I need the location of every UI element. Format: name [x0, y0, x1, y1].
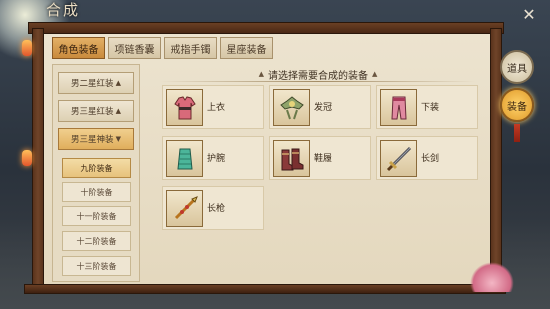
frame-top-beam	[28, 22, 504, 34]
tassel-decoration	[514, 124, 520, 142]
hint-divider	[160, 81, 476, 82]
subcategory-tier-9[interactable]: 九阶装备	[62, 158, 131, 178]
category-label: 男三星神装	[71, 135, 114, 145]
collapse-arrow-icon: ▲	[115, 79, 121, 87]
category-label: 男二星红装	[71, 79, 114, 89]
item-card-robe[interactable]: 上衣	[162, 85, 264, 129]
item-card-boots[interactable]: 鞋履	[269, 136, 371, 180]
item-label: 长剑	[421, 154, 440, 164]
item-label: 长枪	[207, 204, 226, 214]
crown-icon	[273, 89, 310, 126]
tab-bar: 角色装备 项链香囊 戒指手镯 星座装备	[52, 37, 273, 59]
item-card-crown[interactable]: 发冠	[269, 85, 371, 129]
item-label: 上衣	[207, 103, 226, 113]
item-label: 下装	[421, 103, 440, 113]
frame-bottom-beam	[24, 284, 506, 294]
window-title: 合成	[46, 1, 81, 19]
category-label: 男三星红装	[71, 107, 114, 117]
close-icon[interactable]: ✕	[518, 4, 540, 26]
selection-hint: ▲ 请选择需要合成的装备 ▲	[160, 66, 476, 82]
collapse-arrow-icon: ▲	[115, 107, 121, 115]
subcategory-tier-10[interactable]: 十阶装备	[62, 182, 131, 202]
lotus-decoration	[470, 262, 514, 292]
item-card-bracer[interactable]: 护腕	[162, 136, 264, 180]
category-sidebar: 男二星红装 ▲ 男三星红装 ▲ 男三星神装 ▼ 九阶装备 十阶装备 十一阶装备 …	[52, 64, 140, 282]
subcategory-tier-13[interactable]: 十三阶装备	[62, 256, 131, 276]
side-button-items[interactable]: 道具	[500, 50, 534, 84]
boots-icon	[273, 140, 310, 177]
hint-text: 请选择需要合成的装备	[268, 70, 368, 82]
item-label: 鞋履	[314, 154, 333, 164]
tab-ring-bracelet[interactable]: 戒指手镯	[164, 37, 217, 59]
triangle-left-icon: ▲	[258, 70, 264, 78]
frame-left-post	[32, 28, 44, 290]
item-card-sword[interactable]: 长剑	[376, 136, 478, 180]
item-card-spear[interactable]: 长枪	[162, 186, 264, 230]
item-label: 护腕	[207, 154, 226, 164]
triangle-right-icon: ▲	[372, 70, 378, 78]
item-card-trousers[interactable]: 下装	[376, 85, 478, 129]
item-label: 发冠	[314, 103, 333, 113]
subcategory-tier-11[interactable]: 十一阶装备	[62, 206, 131, 226]
subcategory-tier-12[interactable]: 十二阶装备	[62, 231, 131, 251]
tab-necklace-sachet[interactable]: 项链香囊	[108, 37, 161, 59]
expand-arrow-icon: ▼	[115, 135, 121, 143]
bracer-icon	[166, 140, 203, 177]
sword-icon	[380, 140, 417, 177]
side-button-equipment[interactable]: 装备	[500, 88, 534, 122]
tab-constellation-equipment[interactable]: 星座装备	[220, 37, 273, 59]
trousers-icon	[380, 89, 417, 126]
tab-character-equipment[interactable]: 角色装备	[52, 37, 105, 59]
spear-icon	[166, 190, 203, 227]
lantern-icon	[22, 40, 32, 56]
lantern-icon	[22, 150, 32, 166]
robe-icon	[166, 89, 203, 126]
category-male-3star-red[interactable]: 男三星红装 ▲	[58, 100, 134, 122]
category-male-3star-divine[interactable]: 男三星神装 ▼	[58, 128, 134, 150]
category-male-2star-red[interactable]: 男二星红装 ▲	[58, 72, 134, 94]
